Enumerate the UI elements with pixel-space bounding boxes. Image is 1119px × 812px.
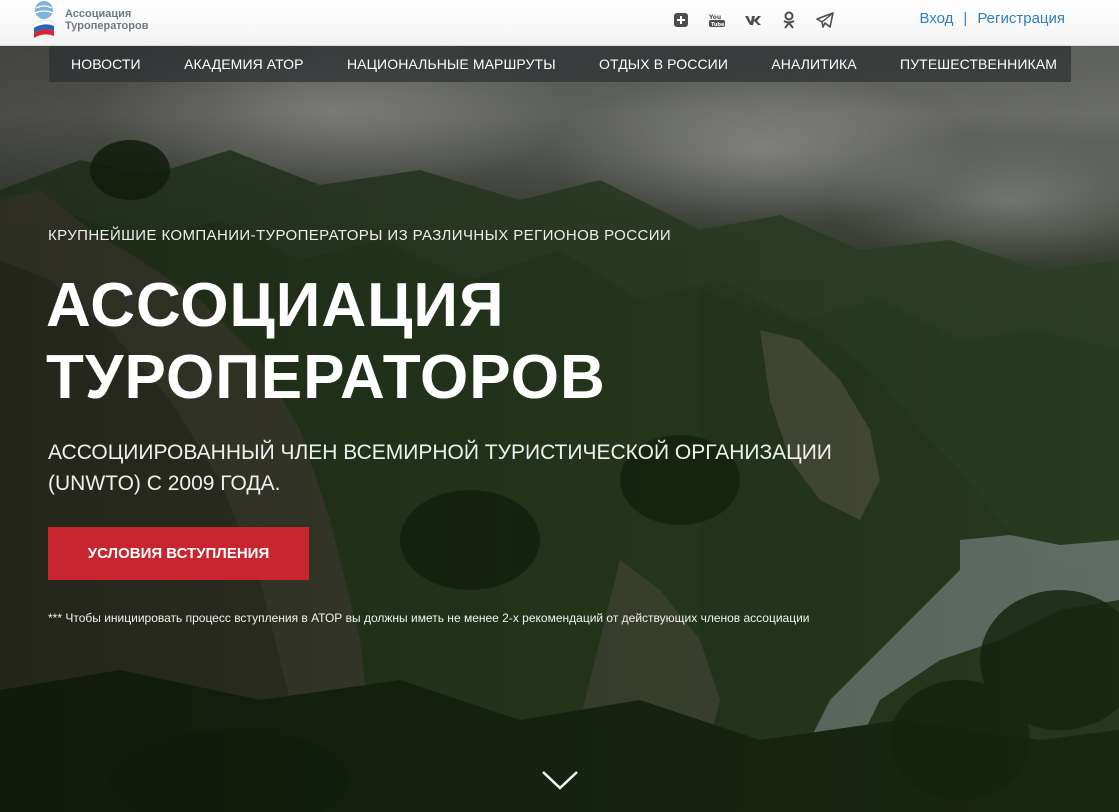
membership-conditions-button[interactable]: УСЛОВИЯ ВСТУПЛЕНИЯ	[48, 527, 309, 580]
globe-logo-icon	[32, 0, 56, 40]
hero-title: АССОЦИАЦИЯ ТУРОПЕРАТОРОВ	[46, 270, 606, 414]
hero-title-line-2: ТУРОПЕРАТОРОВ	[46, 343, 606, 412]
main-navigation: НОВОСТИ АКАДЕМИЯ АТОР НАЦИОНАЛЬНЫЕ МАРШР…	[49, 46, 1071, 82]
hero-title-line-1: АССОЦИАЦИЯ	[46, 271, 505, 340]
nav-item-news[interactable]: НОВОСТИ	[71, 56, 141, 72]
hero-subtitle: АССОЦИИРОВАННЫЙ ЧЛЕН ВСЕМИРНОЙ ТУРИСТИЧЕ…	[48, 441, 832, 495]
auth-links: Вход | Регистрация	[919, 10, 1065, 27]
social-links: You Tube	[670, 10, 836, 30]
logo-wordmark: Ассоциация Туроператоров	[65, 8, 148, 32]
chevron-down-icon[interactable]	[540, 768, 580, 792]
site-logo[interactable]: Ассоциация Туроператоров	[32, 0, 148, 40]
plus-icon[interactable]	[670, 10, 692, 30]
logo-line-1: Ассоциация	[65, 8, 132, 20]
nav-item-national-routes[interactable]: НАЦИОНАЛЬНЫЕ МАРШРУТЫ	[347, 56, 556, 72]
hero-eyebrow: КРУПНЕЙШИЕ КОМПАНИИ-ТУРОПЕРАТОРЫ ИЗ РАЗЛ…	[48, 227, 672, 244]
nav-item-russia-vacation[interactable]: ОТДЫХ В РОССИИ	[599, 56, 728, 72]
odnoklassniki-icon[interactable]	[778, 10, 800, 30]
login-link[interactable]: Вход	[919, 10, 953, 27]
youtube-icon[interactable]: You Tube	[706, 10, 728, 30]
logo-line-2: Туроператоров	[65, 20, 149, 32]
nav-item-travelers[interactable]: ПУТЕШЕСТВЕННИКАМ	[900, 56, 1057, 72]
nav-item-analytics[interactable]: АНАЛИТИКА	[771, 56, 856, 72]
top-bar: Ассоциация Туроператоров You Tube Вход | …	[0, 0, 1119, 46]
vk-icon[interactable]	[742, 10, 764, 30]
svg-text:You: You	[708, 14, 721, 21]
auth-separator: |	[963, 10, 968, 27]
svg-text:Tube: Tube	[711, 22, 725, 28]
nav-item-academy[interactable]: АКАДЕМИЯ АТОР	[184, 56, 304, 72]
membership-note: *** Чтобы инициировать процесс вступлени…	[48, 611, 810, 625]
register-link[interactable]: Регистрация	[977, 10, 1065, 27]
telegram-icon[interactable]	[814, 10, 836, 30]
